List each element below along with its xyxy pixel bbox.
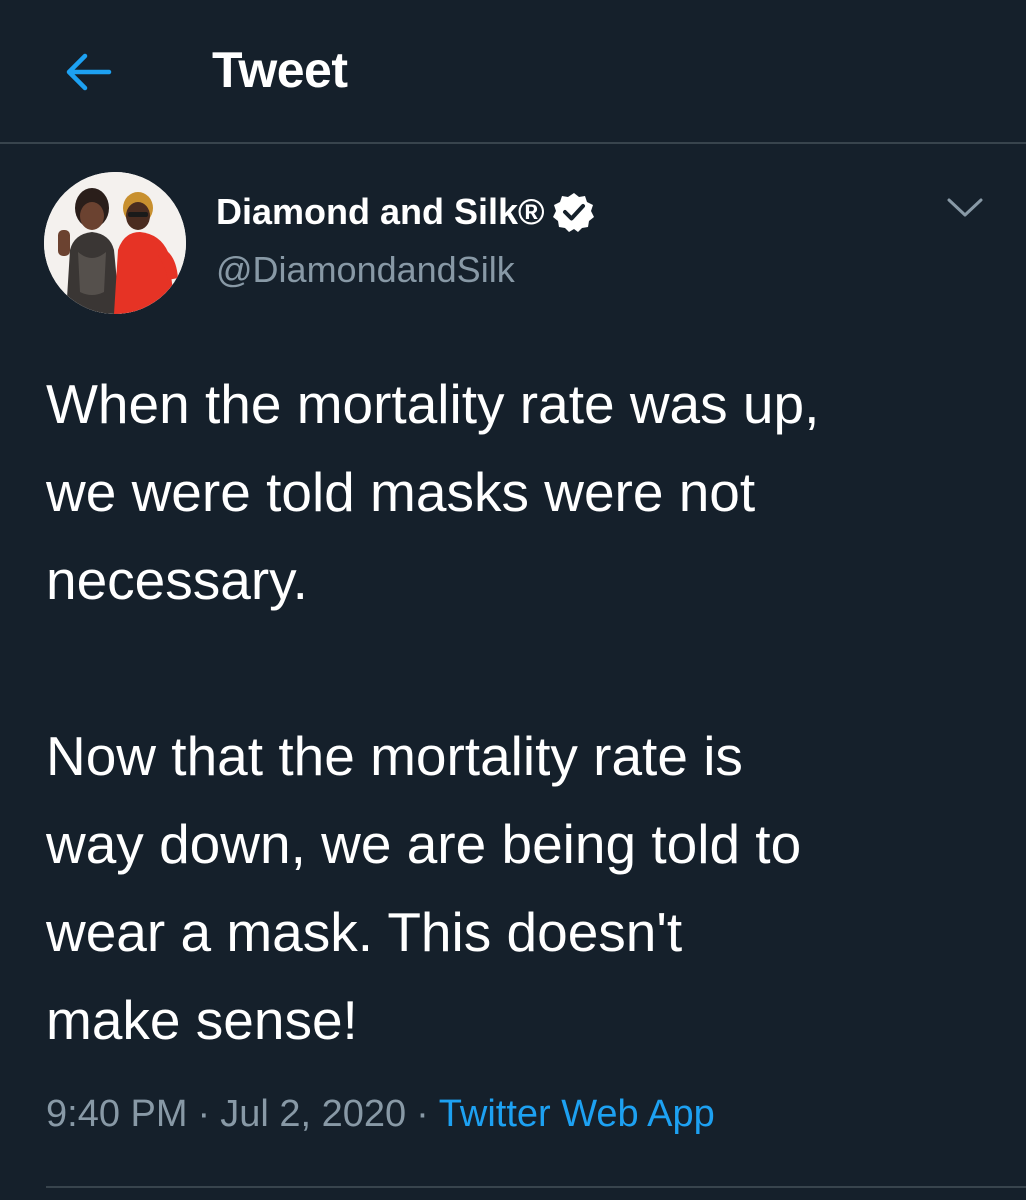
tweet-source-link[interactable]: Twitter Web App	[439, 1093, 715, 1135]
page-title: Tweet	[212, 42, 348, 98]
tweet-text: When the mortality rate was up, we were …	[46, 360, 986, 1064]
author-display-name: Diamond and Silk®	[216, 191, 545, 232]
avatar-image	[44, 172, 186, 314]
back-button[interactable]	[56, 46, 120, 98]
author-name[interactable]: Diamond and Silk®	[216, 188, 595, 236]
chevron-down-icon	[947, 198, 983, 217]
divider	[46, 1186, 1026, 1188]
author-handle[interactable]: @DiamondandSilk	[216, 246, 515, 294]
tweet-metadata: 9:40 PM · Jul 2, 2020 · Twitter Web App	[46, 1088, 715, 1140]
top-bar: Tweet	[0, 0, 1026, 144]
avatar[interactable]	[44, 172, 186, 314]
tweet-paragraph: When the mortality rate was up, we were …	[46, 373, 820, 611]
verified-badge-icon	[552, 193, 594, 232]
tweet-date[interactable]: Jul 2, 2020	[220, 1093, 406, 1135]
arrow-left-icon	[66, 53, 112, 91]
tweet-time[interactable]: 9:40 PM	[46, 1093, 188, 1135]
separator-dot: ·	[197, 1093, 211, 1135]
tweet-menu-button[interactable]	[940, 188, 990, 228]
separator-dot: ·	[416, 1093, 429, 1135]
tweet-paragraph: Now that the mortality rate is way down,…	[46, 725, 802, 1051]
